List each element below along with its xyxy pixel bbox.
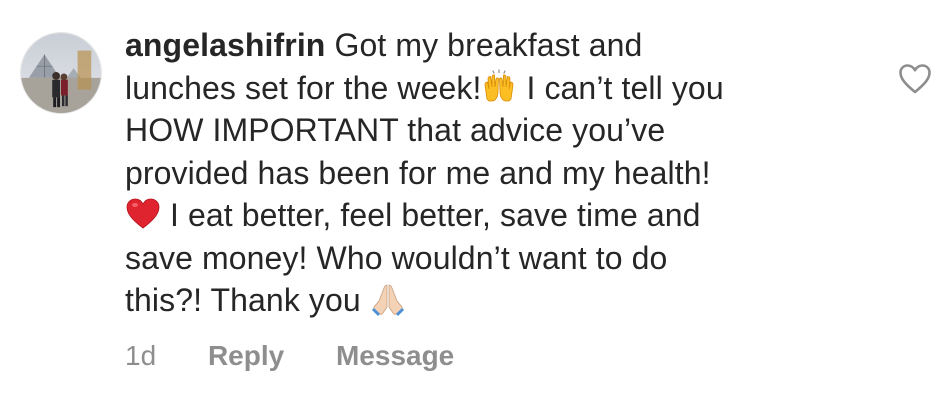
comment-line-3: HOW IMPORTANT that advice you’ve <box>125 109 845 152</box>
comment-line-2: lunches set for the week! I can’t tell y… <box>125 67 845 110</box>
comment-text-8: this?! Thank you <box>125 282 370 318</box>
comment-line-6: save money! Who wouldn’t want to do <box>125 237 845 280</box>
comment-text-7: save money! Who wouldn’t want to do <box>125 239 668 276</box>
username[interactable]: angelashifrin <box>125 27 325 63</box>
comment-line-5: I eat better, feel better, save time and <box>125 194 845 237</box>
heart-outline-icon <box>899 64 931 94</box>
comment-text-3: I can’t tell you <box>517 69 724 106</box>
comment-text-4: HOW IMPORTANT that advice you’ve <box>125 112 666 148</box>
timestamp: 1d <box>125 340 157 371</box>
comment-line-1: angelashifrin Got my breakfast and <box>125 24 845 67</box>
raising-hands-emoji-icon <box>481 68 517 105</box>
folded-hands-emoji-icon <box>370 281 406 317</box>
comment-text-1: Got my breakfast and <box>334 27 643 63</box>
reply-button[interactable]: Reply <box>208 340 284 371</box>
comment-body: angelashifrin Got my breakfast and lunch… <box>125 24 845 322</box>
comment-line-4: provided has been for me and my health! <box>125 152 845 195</box>
message-button[interactable]: Message <box>336 340 454 371</box>
comment-text-6: I eat better, feel better, save time and <box>161 197 701 233</box>
avatar-photo <box>21 33 101 113</box>
comment-text-5: provided has been for me and my health! <box>125 154 711 191</box>
comment-text-2: lunches set for the week! <box>125 69 482 106</box>
comment-meta: 1d Reply Message <box>125 336 498 376</box>
like-button[interactable] <box>898 63 932 95</box>
red-heart-emoji-icon <box>125 196 161 232</box>
comment: angelashifrin Got my breakfast and lunch… <box>0 0 950 406</box>
avatar[interactable] <box>20 32 102 114</box>
comment-line-7: this?! Thank you <box>125 279 845 322</box>
